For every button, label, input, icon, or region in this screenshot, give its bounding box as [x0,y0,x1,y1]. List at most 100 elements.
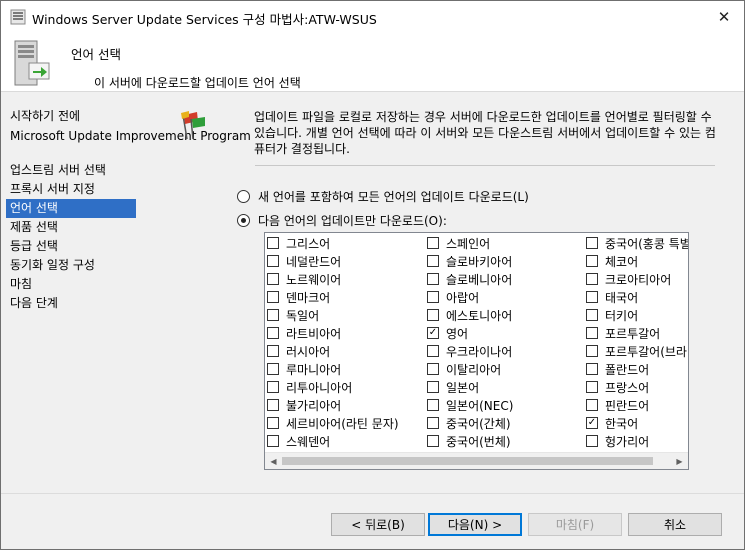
language-option[interactable]: 루마니아어 [265,360,399,378]
language-option[interactable]: 헝가리어 [584,432,688,450]
language-option[interactable]: 포르투갈어(브라 [584,342,688,360]
language-option[interactable]: 라트비아어 [265,324,399,342]
radio-all-languages-button[interactable] [237,189,250,203]
nav-item-upstream-server[interactable]: 업스트림 서버 선택 [6,161,136,180]
checkbox-checked[interactable]: ✓ [586,417,598,429]
checkbox-checked[interactable]: ✓ [427,327,439,339]
language-option[interactable]: 체코어 [584,252,688,270]
checkbox[interactable] [267,291,279,303]
radio-all-languages[interactable]: 새 언어를 포함하여 모든 언어의 업데이트 다운로드(L) [237,187,529,205]
language-option[interactable]: 터키어 [584,306,688,324]
back-button[interactable]: < 뒤로(B) [331,513,425,536]
nav-item-before-you-begin[interactable]: 시작하기 전에 [6,107,136,126]
checkbox[interactable] [267,399,279,411]
scrollbar-thumb[interactable] [282,457,653,465]
scroll-left-icon[interactable]: ◀ [265,453,282,469]
checkbox[interactable] [267,309,279,321]
language-option[interactable]: 중국어(간체) [425,414,513,432]
language-option[interactable]: 슬로바키아어 [425,252,513,270]
language-option[interactable]: 리투아니아어 [265,378,399,396]
checkbox[interactable] [267,363,279,375]
language-option[interactable]: 에스토니아어 [425,306,513,324]
checkbox[interactable] [586,291,598,303]
close-icon[interactable]: ✕ [709,5,739,29]
checkbox[interactable] [267,435,279,447]
language-option[interactable]: ✓ 한국어 [584,414,688,432]
language-label: 그리스어 [286,236,331,251]
nav-item-language-selection[interactable]: 언어 선택 [6,199,136,218]
nav-item-product-selection[interactable]: 제품 선택 [6,218,136,237]
checkbox[interactable] [586,399,598,411]
nav-item-finish[interactable]: 마침 [6,275,136,294]
language-option[interactable]: 일본어 [425,378,513,396]
cancel-button[interactable]: 취소 [628,513,722,536]
checkbox[interactable] [267,237,279,249]
nav-item-improvement-program[interactable]: Microsoft Update Improvement Program [6,126,251,161]
language-option[interactable]: 중국어(홍콩 특별 [584,234,688,252]
language-option[interactable]: 우크라이나어 [425,342,513,360]
checkbox[interactable] [586,381,598,393]
checkbox[interactable] [586,237,598,249]
horizontal-scrollbar[interactable]: ◀ ▶ [265,452,688,469]
checkbox[interactable] [427,417,439,429]
language-option[interactable]: 스웨덴어 [265,432,399,450]
checkbox[interactable] [586,309,598,321]
language-option[interactable]: 폴란드어 [584,360,688,378]
language-option[interactable]: 일본어(NEC) [425,396,513,414]
language-checklist[interactable]: 그리스어 네덜란드어 노르웨이어 덴마크어독일어 라트비아어 러시아어 루마니아어리투아니아… [264,232,689,470]
language-option[interactable]: 세르비아어(라틴 문자) [265,414,399,432]
nav-item-sync-schedule[interactable]: 동기화 일정 구성 [6,256,136,275]
checkbox[interactable] [267,255,279,267]
checkbox[interactable] [267,327,279,339]
language-option[interactable]: 크로아티아어 [584,270,688,288]
language-option[interactable]: 중국어(번체) [425,432,513,450]
checkbox[interactable] [427,291,439,303]
language-option[interactable]: 불가리아어 [265,396,399,414]
language-label: 리투아니아어 [286,380,353,395]
language-option[interactable]: 슬로베니아어 [425,270,513,288]
checkbox[interactable] [427,399,439,411]
nav-item-classification[interactable]: 등급 선택 [6,237,136,256]
checkbox[interactable] [586,435,598,447]
language-option[interactable]: 프랑스어 [584,378,688,396]
checkbox[interactable] [586,327,598,339]
language-option[interactable]: ✓ 영어 [425,324,513,342]
checkbox[interactable] [267,381,279,393]
checkbox[interactable] [427,435,439,447]
language-option[interactable]: 태국어 [584,288,688,306]
language-option[interactable]: 네덜란드어 [265,252,399,270]
radio-specific-languages[interactable]: 다음 언어의 업데이트만 다운로드(O): [237,211,447,229]
language-option[interactable]: 그리스어 [265,234,399,252]
checkbox[interactable] [427,255,439,267]
nav-item-proxy-server[interactable]: 프록시 서버 지정 [6,180,136,199]
language-option[interactable]: 노르웨이어 [265,270,399,288]
checkbox[interactable] [427,309,439,321]
language-label: 슬로바키아어 [446,254,513,269]
checkbox[interactable] [586,345,598,357]
checkbox[interactable] [427,237,439,249]
language-option[interactable]: 스페인어 [425,234,513,252]
language-option[interactable]: 이탈리아어 [425,360,513,378]
finish-button[interactable]: 마침(F) [528,513,622,536]
scroll-right-icon[interactable]: ▶ [671,453,688,469]
checkbox[interactable] [427,345,439,357]
language-option[interactable]: 독일어 [265,306,399,324]
checkbox[interactable] [586,363,598,375]
checkbox[interactable] [267,273,279,285]
checkbox[interactable] [267,345,279,357]
checkbox[interactable] [427,381,439,393]
language-option[interactable]: 아랍어 [425,288,513,306]
language-option[interactable]: 러시아어 [265,342,399,360]
checkbox[interactable] [427,273,439,285]
checkbox[interactable] [586,255,598,267]
nav-item-next-steps[interactable]: 다음 단계 [6,294,136,313]
language-option[interactable]: 핀란드어 [584,396,688,414]
checkbox[interactable] [427,363,439,375]
next-button[interactable]: 다음(N) > [428,513,522,536]
language-option[interactable]: 포르투갈어 [584,324,688,342]
checkbox[interactable] [267,417,279,429]
checkbox[interactable] [586,273,598,285]
language-option[interactable]: 덴마크어 [265,288,399,306]
radio-specific-languages-button[interactable] [237,213,250,227]
language-label: 독일어 [286,308,320,323]
